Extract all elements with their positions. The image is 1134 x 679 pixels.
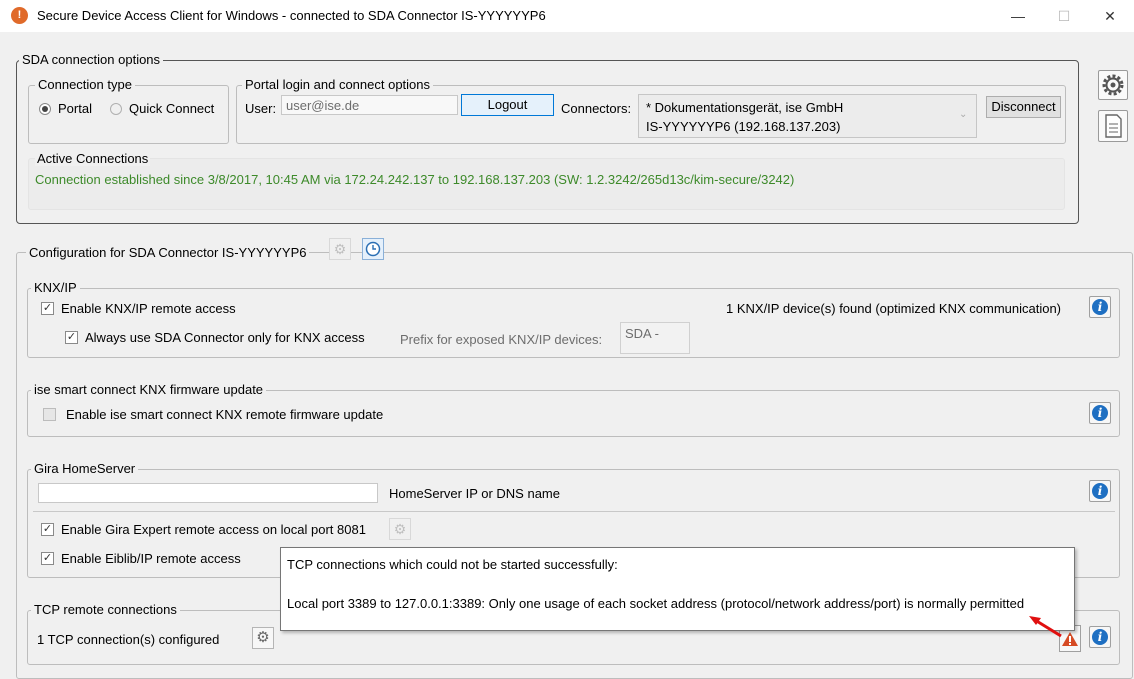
minimize-button[interactable]: — bbox=[995, 4, 1041, 28]
gear-icon: ⚙ bbox=[393, 521, 407, 537]
gira-expert-label: Enable Gira Expert remote access on loca… bbox=[61, 522, 366, 537]
gear-icon: ⚙ bbox=[256, 629, 270, 646]
arrow-icon bbox=[1029, 616, 1062, 638]
error-tooltip: TCP connections which could not be start… bbox=[280, 547, 1075, 631]
gear-icon bbox=[1102, 74, 1124, 96]
settings-button[interactable] bbox=[1098, 70, 1128, 100]
info-icon: i bbox=[1092, 405, 1108, 421]
homeserver-input[interactable] bbox=[38, 483, 378, 503]
knx-group bbox=[27, 288, 1120, 358]
portal-label: Portal bbox=[58, 101, 92, 116]
quick-connect-radio[interactable] bbox=[110, 103, 122, 115]
info-icon: i bbox=[1092, 299, 1108, 315]
homeserver-label: HomeServer IP or DNS name bbox=[389, 486, 560, 501]
info-icon: i bbox=[1092, 629, 1108, 645]
log-button[interactable] bbox=[1098, 110, 1128, 142]
disconnect-button[interactable]: Disconnect bbox=[986, 96, 1061, 118]
active-connection-status: Connection established since 3/8/2017, 1… bbox=[35, 172, 795, 187]
connectors-dropdown[interactable]: * Dokumentationsgerät, ise GmbH IS-YYYYY… bbox=[638, 94, 977, 138]
knx-enable-label: Enable KNX/IP remote access bbox=[61, 301, 236, 316]
user-field[interactable]: user@ise.de bbox=[281, 95, 458, 115]
knx-legend: KNX/IP bbox=[31, 280, 80, 295]
portal-options-legend: Portal login and connect options bbox=[242, 77, 434, 92]
prefix-field[interactable]: SDA - bbox=[620, 322, 690, 354]
gear-icon: ⚙ bbox=[333, 241, 347, 257]
tcp-settings-button[interactable]: ⚙ bbox=[252, 627, 274, 649]
prefix-value: SDA - bbox=[625, 326, 659, 341]
knx-info-button[interactable]: i bbox=[1089, 296, 1111, 318]
ise-firmware-legend: ise smart connect KNX firmware update bbox=[31, 382, 267, 397]
connector-line-1: * Dokumentationsgerät, ise GmbH bbox=[646, 100, 844, 115]
portal-radio[interactable] bbox=[39, 103, 51, 115]
logout-button[interactable]: Logout bbox=[461, 94, 554, 116]
clock-icon bbox=[365, 241, 381, 257]
tcp-count: 1 TCP connection(s) configured bbox=[37, 632, 220, 647]
prefix-label: Prefix for exposed KNX/IP devices: bbox=[400, 332, 603, 347]
gira-expert-settings-button[interactable]: ⚙ bbox=[389, 518, 411, 540]
tooltip-line-1: TCP connections which could not be start… bbox=[287, 557, 618, 572]
config-gear-button[interactable]: ⚙ bbox=[329, 238, 351, 260]
tcp-legend: TCP remote connections bbox=[31, 602, 180, 617]
eiblib-label: Enable Eiblib/IP remote access bbox=[61, 551, 241, 566]
user-value: user@ise.de bbox=[286, 98, 360, 113]
knx-found-status: 1 KNX/IP device(s) found (optimized KNX … bbox=[726, 301, 1062, 316]
gira-legend: Gira HomeServer bbox=[31, 461, 139, 476]
user-label: User: bbox=[245, 101, 277, 116]
title-bar: ! Secure Device Access Client for Window… bbox=[0, 0, 1134, 32]
knx-always-label: Always use SDA Connector only for KNX ac… bbox=[85, 330, 365, 345]
chevron-down-icon: ⌄ bbox=[959, 109, 968, 120]
tooltip-line-2: Local port 3389 to 127.0.0.1:3389: Only … bbox=[287, 596, 1025, 611]
connection-type-legend: Connection type bbox=[35, 77, 135, 92]
ise-firmware-checkbox[interactable] bbox=[43, 408, 56, 421]
gira-expert-checkbox[interactable]: ✓ bbox=[41, 523, 54, 536]
connectors-label: Connectors: bbox=[561, 101, 632, 116]
sda-options-legend: SDA connection options bbox=[19, 52, 164, 67]
knx-enable-checkbox[interactable]: ✓ bbox=[41, 302, 54, 315]
tcp-info-button[interactable]: i bbox=[1089, 626, 1111, 648]
ise-firmware-label: Enable ise smart connect KNX remote firm… bbox=[66, 407, 384, 422]
gira-divider bbox=[33, 511, 1115, 512]
window-title: Secure Device Access Client for Windows … bbox=[37, 8, 546, 23]
maximize-button[interactable]: ☐ bbox=[1041, 4, 1087, 28]
app-icon: ! bbox=[11, 7, 28, 24]
document-icon bbox=[1105, 114, 1122, 138]
eiblib-checkbox[interactable]: ✓ bbox=[41, 552, 54, 565]
connector-line-2: IS-YYYYYYP6 (192.168.137.203) bbox=[646, 119, 841, 134]
quick-connect-label: Quick Connect bbox=[129, 101, 215, 116]
gira-info-button[interactable]: i bbox=[1089, 480, 1111, 502]
schedule-button[interactable] bbox=[362, 238, 384, 260]
configuration-legend: Configuration for SDA Connector IS-YYYYY… bbox=[26, 245, 310, 260]
ise-info-button[interactable]: i bbox=[1089, 402, 1111, 424]
info-icon: i bbox=[1092, 483, 1108, 499]
knx-always-checkbox[interactable]: ✓ bbox=[65, 331, 78, 344]
close-button[interactable]: ✕ bbox=[1087, 4, 1133, 28]
active-connections-legend: Active Connections bbox=[35, 151, 151, 166]
